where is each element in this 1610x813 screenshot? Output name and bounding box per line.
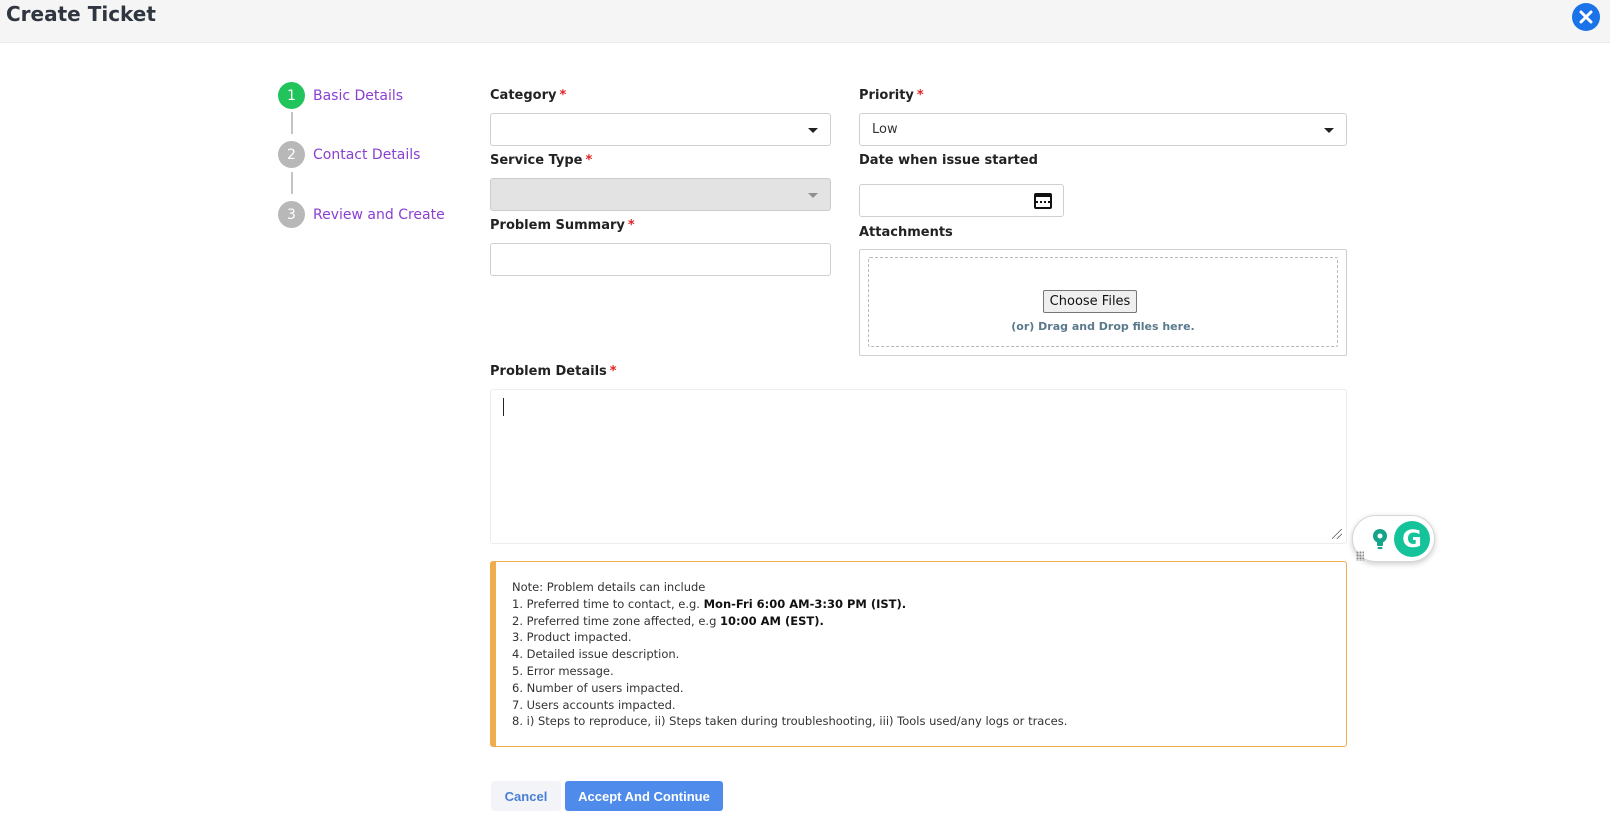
cancel-button[interactable]: Cancel (491, 781, 561, 811)
choose-files-button[interactable]: Choose Files (1043, 290, 1137, 313)
drop-hint-text: (or) Drag and Drop files here. (1011, 320, 1195, 333)
priority-label-text: Priority (859, 88, 914, 103)
note-intro: Note: Problem details can include (512, 580, 706, 594)
category-label: Category * (490, 88, 566, 103)
problem-summary-input[interactable] (490, 243, 831, 276)
priority-select[interactable]: Low (859, 113, 1347, 146)
note-item: 4. Detailed issue description. (512, 647, 680, 662)
required-marker: * (585, 153, 593, 168)
service-type-label: Service Type * (490, 153, 592, 168)
note-item: 2. Preferred time zone affected, e.g 10:… (512, 613, 824, 628)
attachments-box: Choose Files (or) Drag and Drop files he… (859, 249, 1347, 356)
note-item: 1. Preferred time to contact, e.g. Mon-F… (512, 596, 907, 611)
service-type-label-text: Service Type (490, 153, 583, 168)
close-circle-icon (1579, 10, 1593, 24)
step-connector (291, 172, 293, 194)
chevron-down-icon (808, 193, 818, 198)
note-item: 8. i) Steps to reproduce, ii) Steps take… (512, 714, 1068, 729)
required-marker: * (609, 364, 617, 379)
problem-details-textarea[interactable] (490, 389, 1347, 544)
note-item: 5. Error message. (512, 663, 614, 678)
accept-and-continue-button[interactable]: Accept And Continue (565, 781, 723, 811)
category-label-text: Category (490, 88, 557, 103)
file-drop-zone[interactable]: Choose Files (or) Drag and Drop files he… (868, 257, 1338, 347)
priority-label: Priority * (859, 88, 924, 103)
step-contact-details[interactable]: 2 Contact Details (278, 141, 420, 168)
problem-details-label-text: Problem Details (490, 364, 607, 379)
step-number: 2 (278, 141, 305, 168)
attachments-label: Attachments (859, 225, 953, 240)
page-title: Create Ticket (6, 2, 156, 26)
problem-summary-label: Problem Summary * (490, 218, 635, 233)
grammarly-widget[interactable]: G (1352, 515, 1435, 562)
problem-summary-label-text: Problem Summary (490, 218, 625, 233)
note-item: 7. Users accounts impacted. (512, 697, 676, 712)
lightbulb-icon[interactable] (1371, 528, 1389, 550)
date-started-label: Date when issue started (859, 153, 1038, 168)
problem-details-note: Note: Problem details can include 1. Pre… (490, 561, 1347, 747)
text-cursor (503, 398, 504, 416)
step-label[interactable]: Basic Details (313, 88, 403, 104)
note-item: 6. Number of users impacted. (512, 680, 684, 695)
header-bar: Create Ticket (0, 0, 1610, 43)
note-item: 3. Product impacted. (512, 630, 632, 645)
chevron-down-icon (1324, 128, 1334, 133)
resize-handle-icon[interactable] (1332, 529, 1342, 539)
category-select[interactable] (490, 113, 831, 146)
required-marker: * (559, 88, 567, 103)
service-type-select[interactable] (490, 178, 831, 211)
step-number: 3 (278, 201, 305, 228)
chevron-down-icon (808, 128, 818, 133)
step-basic-details[interactable]: 1 Basic Details (278, 82, 403, 109)
step-connector (291, 112, 293, 134)
required-marker: * (916, 88, 924, 103)
problem-details-label: Problem Details * (490, 364, 617, 379)
calendar-icon[interactable] (1034, 193, 1052, 209)
required-marker: * (627, 218, 635, 233)
step-label[interactable]: Review and Create (313, 207, 445, 223)
priority-value: Low (872, 122, 898, 137)
drag-handle-icon[interactable] (1356, 551, 1364, 561)
step-review-and-create[interactable]: 3 Review and Create (278, 201, 445, 228)
step-label[interactable]: Contact Details (313, 147, 420, 163)
date-started-input[interactable] (859, 184, 1064, 217)
grammarly-g-icon[interactable]: G (1394, 521, 1430, 557)
close-button[interactable] (1572, 3, 1600, 31)
step-number: 1 (278, 82, 305, 109)
